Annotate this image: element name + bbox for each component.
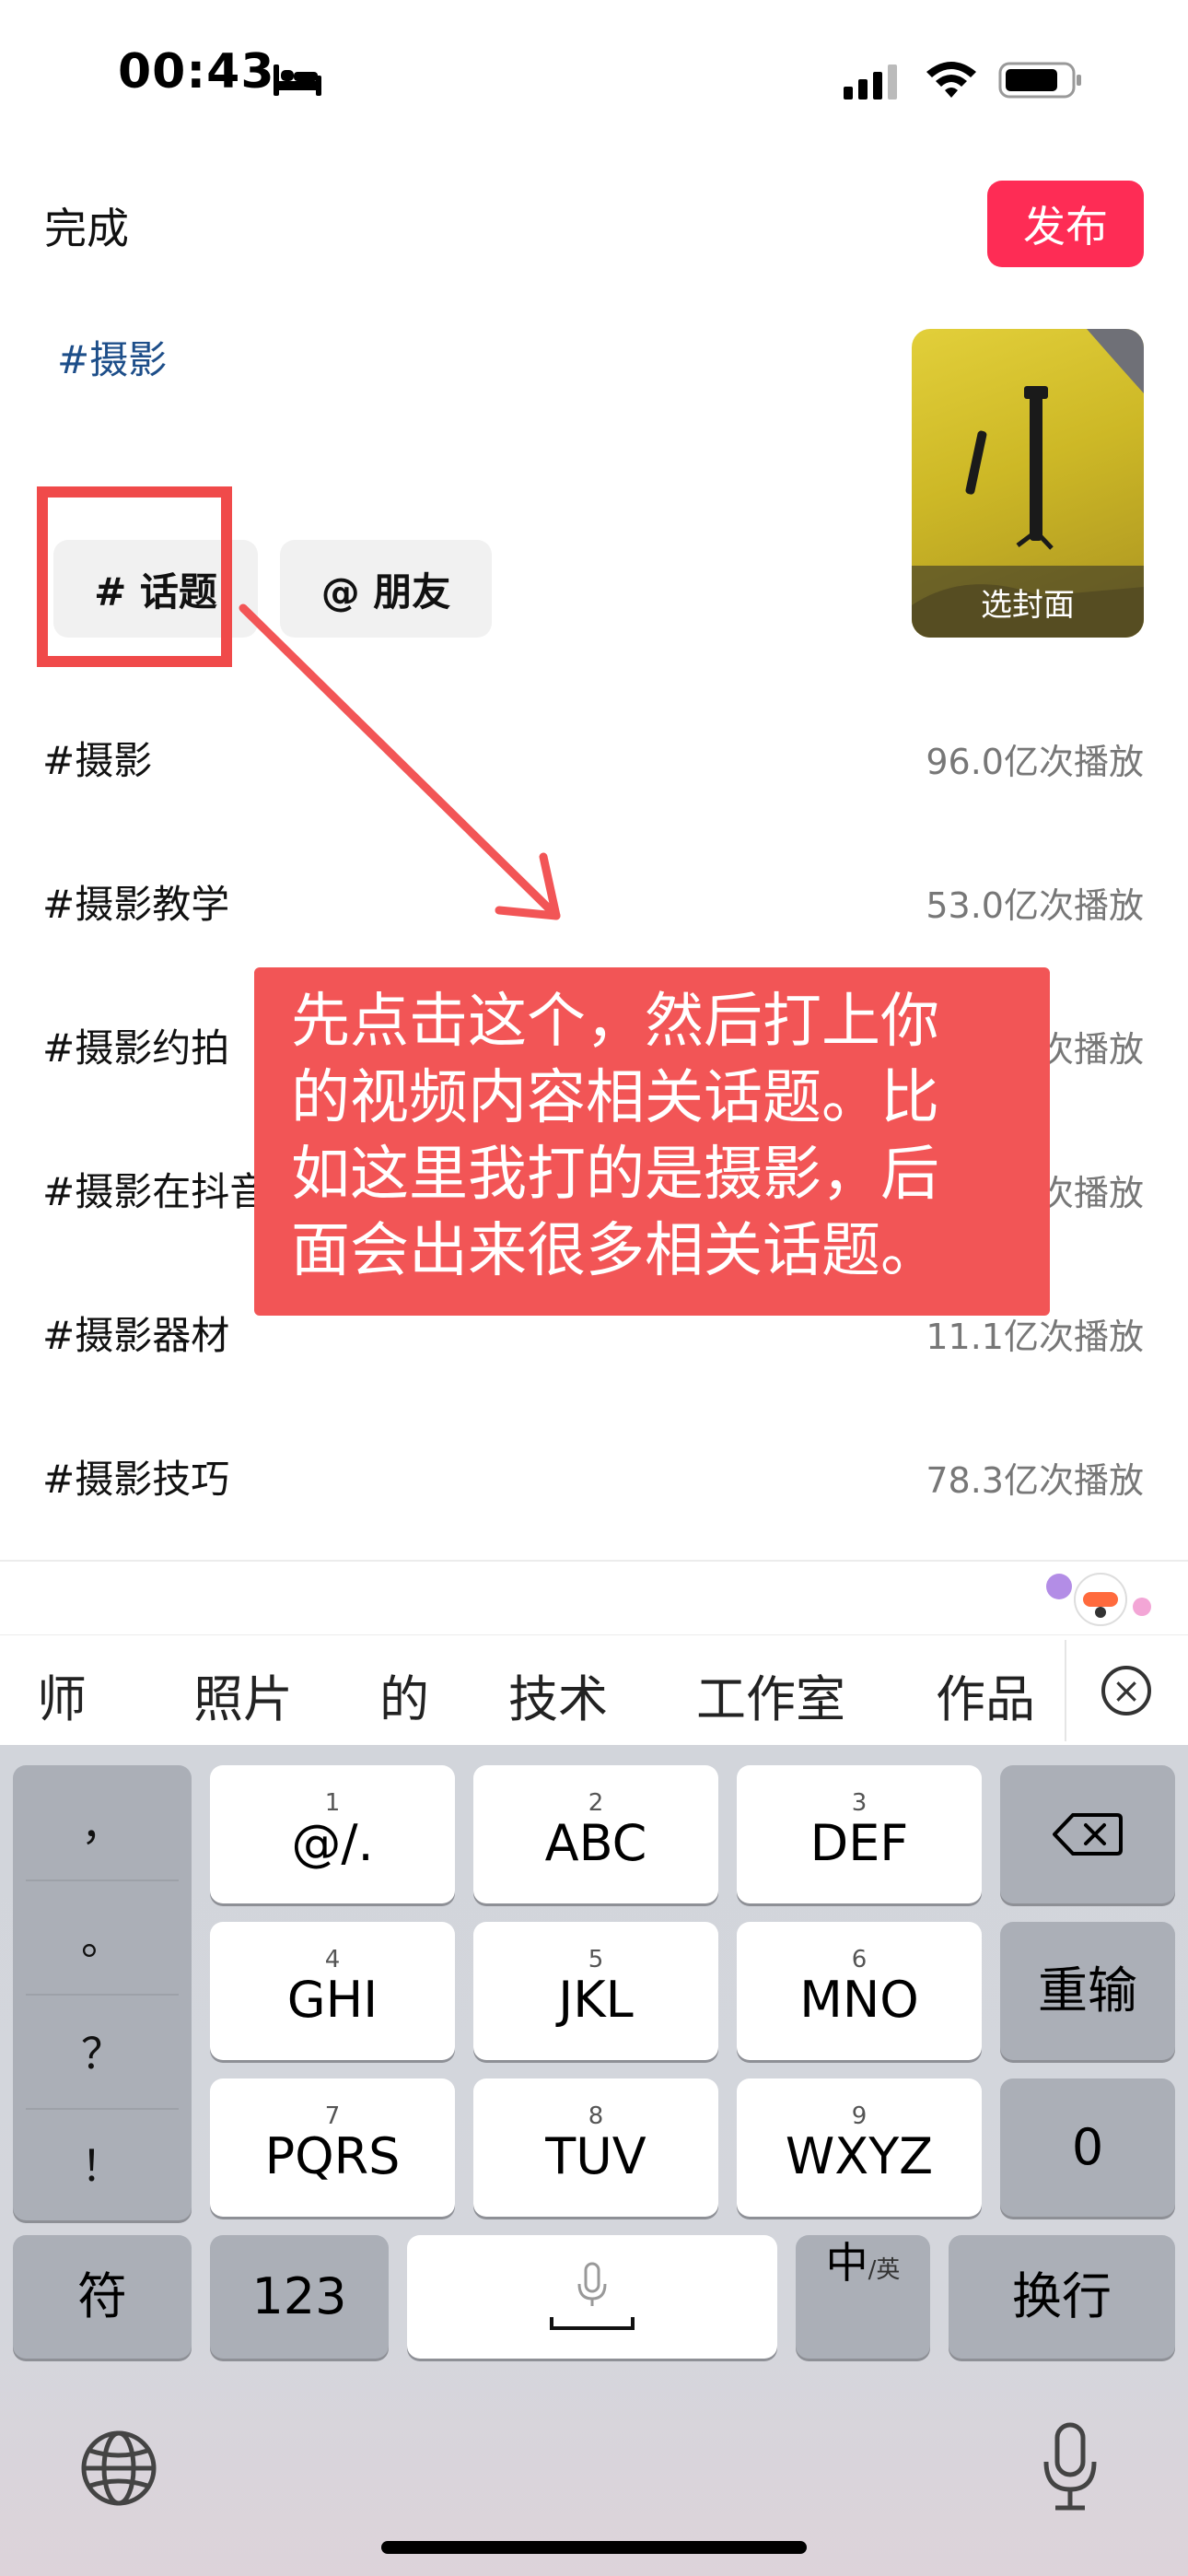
punct-key-exclaim[interactable]: ！ bbox=[13, 2106, 192, 2220]
key-1[interactable]: 1 @/. bbox=[210, 1765, 455, 1903]
backspace-key[interactable] bbox=[1000, 1765, 1175, 1903]
key-label: 重输 bbox=[1038, 1961, 1137, 2020]
candidate-word[interactable]: 师 bbox=[37, 1658, 87, 1731]
key-label: ABC bbox=[544, 1814, 647, 1872]
key-number: 1 bbox=[324, 1789, 341, 1817]
candidate-separator bbox=[1065, 1640, 1066, 1741]
highlight-box bbox=[37, 486, 232, 667]
key-4[interactable]: 4 GHI bbox=[210, 1922, 455, 2060]
topic-play-count: 次播放 bbox=[1038, 1173, 1144, 1213]
key-label: WXYZ bbox=[785, 2127, 934, 2185]
key-label: 中 bbox=[825, 2238, 868, 2288]
key-label: 123 bbox=[251, 2267, 347, 2325]
topic-play-count: 96.0亿次播放 bbox=[926, 742, 1144, 782]
key-9[interactable]: 9 WXYZ bbox=[737, 2078, 982, 2217]
callout-line: 先点击这个，然后打上你 bbox=[291, 988, 939, 1056]
cover-thumbnail[interactable]: 选封面 bbox=[912, 329, 1144, 638]
topic-suggestion-row[interactable]: #摄影教学 53.0亿次播放 bbox=[42, 873, 1144, 929]
key-label: GHI bbox=[286, 1971, 379, 2029]
key-label: DEF bbox=[809, 1814, 909, 1872]
annotation-arrow bbox=[239, 603, 561, 920]
topic-play-count: 78.3亿次播放 bbox=[926, 1460, 1144, 1501]
home-indicator[interactable] bbox=[381, 2541, 807, 2554]
status-time: 00:43 bbox=[118, 44, 275, 100]
bed-icon bbox=[274, 64, 321, 96]
topic-name: #摄影在抖音 bbox=[42, 1169, 269, 1214]
key-2[interactable]: 2 ABC bbox=[473, 1765, 718, 1903]
key-label: 符 bbox=[77, 2267, 127, 2325]
done-button[interactable]: 完成 bbox=[44, 195, 129, 256]
key-label: @/. bbox=[291, 1814, 374, 1872]
battery-icon bbox=[998, 62, 1081, 99]
return-key[interactable]: 换行 bbox=[949, 2235, 1175, 2359]
reenter-key[interactable]: 重输 bbox=[1000, 1922, 1175, 2060]
key-6[interactable]: 6 MNO bbox=[737, 1922, 982, 2060]
key-8[interactable]: 8 TUV bbox=[473, 2078, 718, 2217]
select-cover-label[interactable]: 选封面 bbox=[912, 566, 1144, 638]
key-label: PQRS bbox=[264, 2127, 401, 2185]
key-label: 换行 bbox=[1012, 2267, 1112, 2325]
caption-text[interactable]: #摄影 bbox=[57, 329, 167, 385]
key-number: 8 bbox=[588, 2102, 604, 2130]
topic-play-count: 11.1亿次播放 bbox=[926, 1317, 1144, 1357]
globe-icon[interactable] bbox=[79, 2429, 158, 2508]
candidate-word[interactable]: 照片 bbox=[193, 1658, 293, 1731]
key-label: 0 bbox=[1071, 2118, 1104, 2176]
key-number: 7 bbox=[324, 2102, 341, 2130]
key-number: 5 bbox=[588, 1946, 604, 1973]
punct-key-comma[interactable]: ， bbox=[13, 1765, 192, 1879]
key-label: MNO bbox=[799, 1971, 919, 2029]
topic-name: #摄影器材 bbox=[42, 1313, 230, 1358]
publish-button[interactable]: 发布 bbox=[987, 181, 1144, 267]
candidate-word[interactable]: 工作室 bbox=[696, 1658, 845, 1731]
punctuation-column[interactable]: ， 。 ？ ！ bbox=[13, 1765, 192, 2220]
callout-line: 的视频内容相关话题。比 bbox=[291, 1064, 939, 1132]
key-number: 3 bbox=[851, 1789, 868, 1817]
language-switch-key[interactable]: 中 /英 bbox=[796, 2235, 930, 2359]
topic-name: #摄影教学 bbox=[42, 882, 230, 927]
key-3[interactable]: 3 DEF bbox=[737, 1765, 982, 1903]
candidate-word[interactable]: 技术 bbox=[508, 1658, 608, 1731]
key-number: 6 bbox=[851, 1946, 868, 1973]
punct-key-period[interactable]: 。 bbox=[13, 1879, 192, 1994]
symbols-key[interactable]: 符 bbox=[13, 2235, 192, 2359]
topic-suggestion-row[interactable]: #摄影 96.0亿次播放 bbox=[42, 730, 1144, 785]
space-key[interactable] bbox=[407, 2235, 777, 2359]
microphone-icon[interactable] bbox=[1041, 2421, 1100, 2513]
backspace-icon bbox=[1053, 1813, 1123, 1856]
topic-name: #摄影技巧 bbox=[42, 1457, 230, 1502]
topic-name: #摄影约拍 bbox=[42, 1025, 230, 1071]
key-number: 2 bbox=[588, 1789, 604, 1817]
close-candidates-icon[interactable]: × bbox=[1101, 1666, 1151, 1715]
key-label: JKL bbox=[558, 1971, 634, 2029]
key-7[interactable]: 7 PQRS bbox=[210, 2078, 455, 2217]
mascot-sticker-icon[interactable] bbox=[1041, 1566, 1160, 1631]
candidate-word[interactable]: 的 bbox=[379, 1658, 429, 1731]
numbers-key[interactable]: 123 bbox=[210, 2235, 389, 2359]
key-number: 4 bbox=[324, 1946, 341, 1973]
candidate-word[interactable]: 作品 bbox=[936, 1658, 1035, 1731]
callout-line: 如这里我打的是摄影，后 bbox=[291, 1141, 939, 1209]
key-5[interactable]: 5 JKL bbox=[473, 1922, 718, 2060]
list-divider bbox=[0, 1560, 1188, 1562]
topic-play-count: 53.0亿次播放 bbox=[926, 885, 1144, 926]
key-label: TUV bbox=[545, 2127, 646, 2185]
key-sub-label: /英 bbox=[868, 2256, 901, 2284]
callout-line: 面会出来很多相关话题。 bbox=[291, 1217, 939, 1285]
key-number: 9 bbox=[851, 2102, 868, 2130]
wifi-icon bbox=[926, 62, 976, 98]
instruction-callout: 先点击这个，然后打上你 的视频内容相关话题。比 如这里我打的是摄影，后 面会出来… bbox=[254, 967, 1050, 1316]
cellular-signal-icon bbox=[844, 64, 897, 100]
punct-key-question[interactable]: ？ bbox=[13, 1994, 192, 2108]
zero-key[interactable]: 0 bbox=[1000, 2078, 1175, 2217]
space-mic-icon bbox=[550, 2262, 635, 2330]
topic-play-count: 次播放 bbox=[1038, 1029, 1144, 1070]
topic-name: #摄影 bbox=[42, 738, 153, 783]
topic-suggestion-row[interactable]: #摄影技巧 78.3亿次播放 bbox=[42, 1448, 1144, 1504]
